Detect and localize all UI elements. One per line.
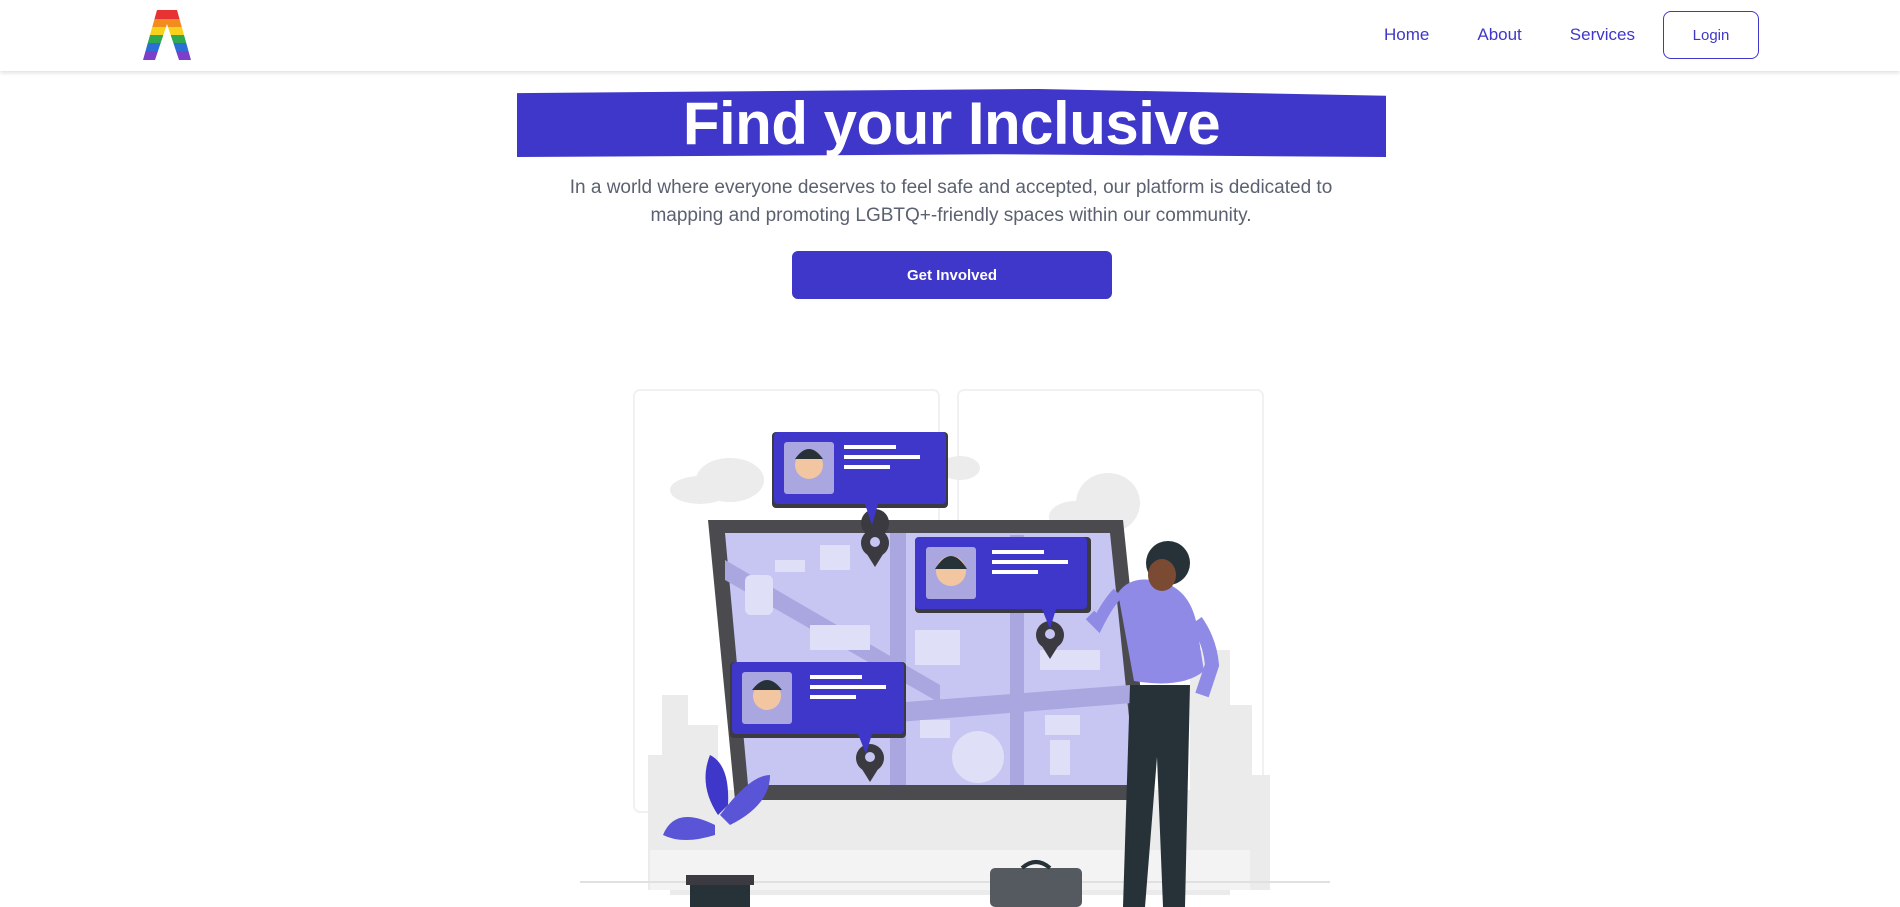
nav-links: Home About Services xyxy=(1360,22,1659,48)
map-illustration xyxy=(580,389,1330,907)
navbar: Home About Services Login xyxy=(0,0,1900,71)
nav-home-link[interactable]: Home xyxy=(1360,22,1453,48)
login-button[interactable]: Login xyxy=(1663,11,1759,59)
hero-subtitle: In a world where everyone deserves to fe… xyxy=(569,177,1333,226)
nav-about-link[interactable]: About xyxy=(1453,22,1545,48)
rainbow-a-logo-icon[interactable] xyxy=(143,10,191,60)
briefcase-icon xyxy=(990,860,1082,907)
nav-services-link[interactable]: Services xyxy=(1546,22,1659,48)
get-involved-button[interactable]: Get Involved xyxy=(792,251,1112,299)
